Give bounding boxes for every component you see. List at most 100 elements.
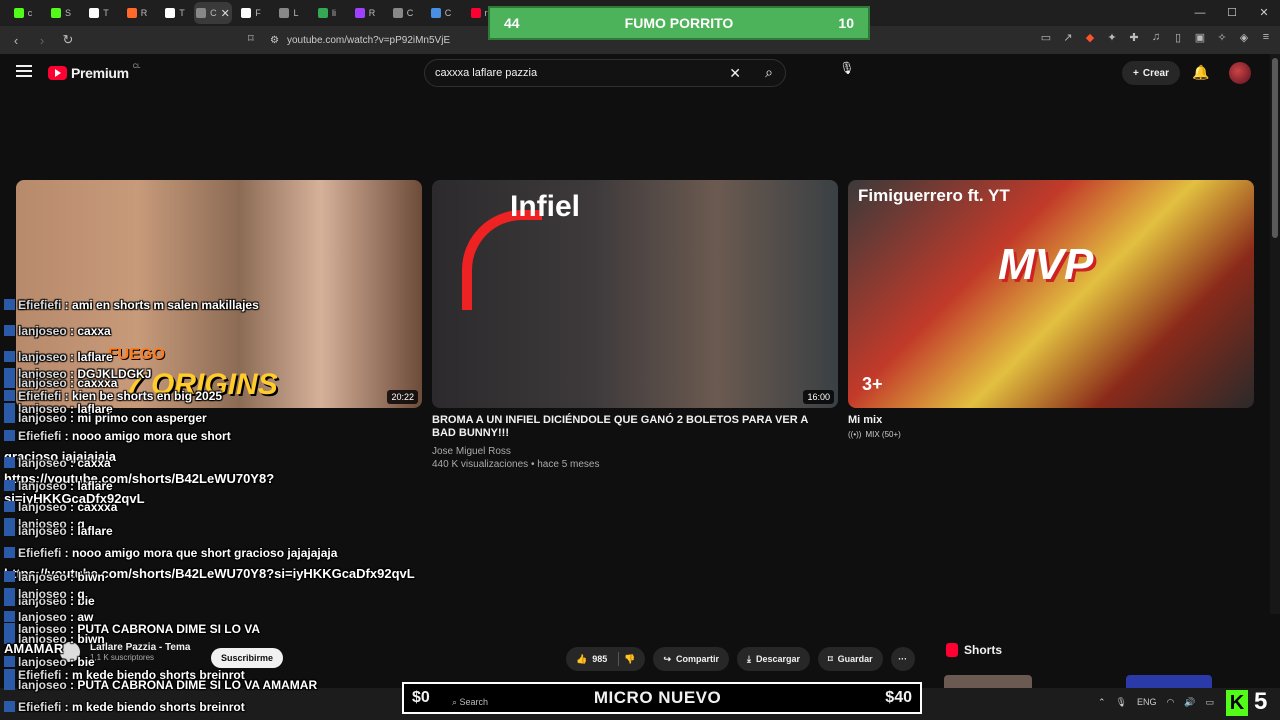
channel-name[interactable]: Jose Miguel Ross xyxy=(432,445,838,458)
volume-icon[interactable]: 🔊 xyxy=(1184,697,1195,708)
video-thumbnail[interactable]: FUEGO 7 ORIGINS 20:22 xyxy=(16,180,422,408)
browser-tab[interactable]: C xyxy=(384,2,422,24)
share-label: Compartir xyxy=(676,654,720,664)
account-avatar[interactable] xyxy=(1229,62,1251,84)
chat-username: lanjoseo xyxy=(18,479,67,493)
thumbs-down-icon[interactable]: 👎 xyxy=(624,654,635,665)
youtube-logo[interactable]: Premium CL xyxy=(48,64,140,81)
kick-badge-icon xyxy=(4,377,15,388)
back-button[interactable]: ‹ xyxy=(6,33,26,48)
extension-icon[interactable]: ✦ xyxy=(1106,31,1118,45)
mix-icon: ((•)) xyxy=(848,430,862,439)
wallet-icon[interactable]: ▣ xyxy=(1194,31,1206,45)
video-card[interactable]: Infiel 16:00 BROMA A UN INFIEL DICIÉNDOL… xyxy=(432,180,838,471)
tab-label: T xyxy=(103,8,109,18)
video-card[interactable]: Fimiguerrero ft. YT MVP 3+ Mi mix ((•)) … xyxy=(848,180,1254,439)
browser-tab[interactable]: T xyxy=(156,2,194,24)
share-button[interactable]: ↪ Compartir xyxy=(653,647,730,671)
save-label: Guardar xyxy=(837,654,873,664)
browser-tab[interactable]: F xyxy=(232,2,270,24)
reload-button[interactable]: ↻ xyxy=(58,32,78,48)
chat-message: lanjoseo : laflare xyxy=(4,479,113,493)
chat-message: gracioso jajajajaja xyxy=(4,449,116,464)
language-indicator[interactable]: ENG xyxy=(1137,697,1157,708)
chat-separator: : xyxy=(66,517,78,531)
browser-tab[interactable]: li xyxy=(308,2,346,24)
goal-right-count: 10 xyxy=(838,15,854,31)
browser-tab[interactable]: C xyxy=(422,2,460,24)
clear-search-icon[interactable]: ✕ xyxy=(729,65,741,82)
maximize-button[interactable]: ☐ xyxy=(1216,0,1248,26)
browser-tab[interactable]: C ✕ xyxy=(194,2,232,24)
battery-icon[interactable]: ▭ xyxy=(1206,697,1215,708)
hamburger-menu-icon[interactable] xyxy=(16,65,32,79)
search-icon[interactable]: ⌕ xyxy=(765,64,773,81)
bookmark-icon[interactable]: ⌑ xyxy=(248,32,254,45)
browser-tab[interactable]: T xyxy=(80,2,118,24)
close-window-button[interactable]: ✕ xyxy=(1248,0,1280,26)
url-text: youtube.com/watch?v=pP92iMn5VjE xyxy=(286,34,451,46)
download-icon: ⤓ xyxy=(747,653,752,664)
chat-text: gracioso jajajajaja xyxy=(4,449,117,464)
video-duration: 20:22 xyxy=(387,390,418,404)
chat-username: lanjoseo xyxy=(18,411,67,425)
window-controls: — ☐ ✕ xyxy=(1184,0,1280,26)
create-label: Crear xyxy=(1142,67,1169,79)
kick-badge-icon xyxy=(4,501,15,512)
notifications-bell-icon[interactable]: 🔔 xyxy=(1192,64,1209,81)
kick-badge-icon xyxy=(4,656,15,667)
video-title[interactable]: BROMA A UN INFIEL DICIÉNDOLE QUE GANÓ 2 … xyxy=(432,414,832,440)
chat-message: Efiefiefi : m kede biendo shorts breinro… xyxy=(4,668,245,682)
chat-username: lanjoseo xyxy=(18,587,67,601)
more-actions-button[interactable]: ··· xyxy=(890,647,915,671)
taskbar-search[interactable]: ⌕ Search xyxy=(452,697,572,711)
create-button[interactable]: + Crear xyxy=(1122,61,1180,85)
chat-username: lanjoseo xyxy=(18,517,67,531)
search-input[interactable]: caxxxa laflare pazzia ✕ ⌕ xyxy=(424,59,786,87)
mic-tray-icon[interactable]: 🎙 xyxy=(1116,697,1127,708)
browser-tab[interactable]: R xyxy=(118,2,156,24)
subscribe-button[interactable]: Suscribirme xyxy=(211,648,284,668)
media-icon[interactable]: ♫ xyxy=(1150,31,1162,45)
wifi-icon[interactable]: ◠ xyxy=(1167,697,1175,708)
tab-label: T xyxy=(179,8,185,18)
browser-tab[interactable]: S xyxy=(42,2,80,24)
browser-tab[interactable]: c xyxy=(4,2,42,24)
leo-icon[interactable]: ✧ xyxy=(1216,31,1228,45)
video-title[interactable]: Mi mix xyxy=(848,414,1248,427)
vpn-icon[interactable]: ◈ xyxy=(1238,31,1250,45)
screen-icon[interactable]: ▭ xyxy=(1040,31,1052,45)
brave-shield-icon[interactable]: ◆ xyxy=(1084,31,1096,45)
sidebar-icon[interactable]: ▯ xyxy=(1172,31,1184,45)
page-scrollbar[interactable] xyxy=(1270,54,1280,614)
microphone-icon[interactable]: 🎙 xyxy=(836,61,858,83)
tab-favicon-icon xyxy=(165,8,176,18)
search-icon: ⌕ xyxy=(452,697,460,707)
chat-username: lanjoseo xyxy=(18,594,67,608)
chat-message: Efiefiefi : nooo amigo mora que short gr… xyxy=(4,546,337,560)
channel-info: Laflare Pazzia - Tema 1,1 K suscriptores xyxy=(60,642,190,662)
site-info-icon[interactable]: ⚙ xyxy=(270,35,279,46)
minimize-button[interactable]: — xyxy=(1184,0,1216,26)
save-button[interactable]: ⌑ Guardar xyxy=(818,647,883,671)
share-icon[interactable]: ↗ xyxy=(1062,31,1074,45)
browser-tab[interactable]: R xyxy=(346,2,384,24)
forward-button[interactable]: › xyxy=(32,33,52,48)
browser-tab[interactable]: L xyxy=(270,2,308,24)
tab-label: c xyxy=(27,8,33,18)
menu-icon[interactable]: ≡ xyxy=(1260,31,1272,45)
chat-message: lanjoseo : caxxxa xyxy=(4,500,117,514)
video-card[interactable]: FUEGO 7 ORIGINS 20:22 xyxy=(16,180,422,408)
download-button[interactable]: ⤓ Descargar xyxy=(737,647,811,671)
chat-text: q xyxy=(77,587,85,601)
channel-name[interactable]: Laflare Pazzia - Tema xyxy=(90,642,190,653)
like-button[interactable]: 👍 985 👎 xyxy=(566,647,646,671)
channel-avatar[interactable] xyxy=(60,642,80,662)
puzzle-icon[interactable]: ✚ xyxy=(1128,31,1140,45)
kick-badge-icon xyxy=(4,518,15,529)
video-thumbnail[interactable]: Infiel 16:00 xyxy=(432,180,838,408)
video-thumbnail[interactable]: Fimiguerrero ft. YT MVP 3+ xyxy=(848,180,1254,408)
chevron-up-icon[interactable]: ⌃ xyxy=(1098,697,1106,708)
chat-message: lanjoseo : q xyxy=(4,587,85,601)
close-tab-icon[interactable]: ✕ xyxy=(221,7,230,20)
